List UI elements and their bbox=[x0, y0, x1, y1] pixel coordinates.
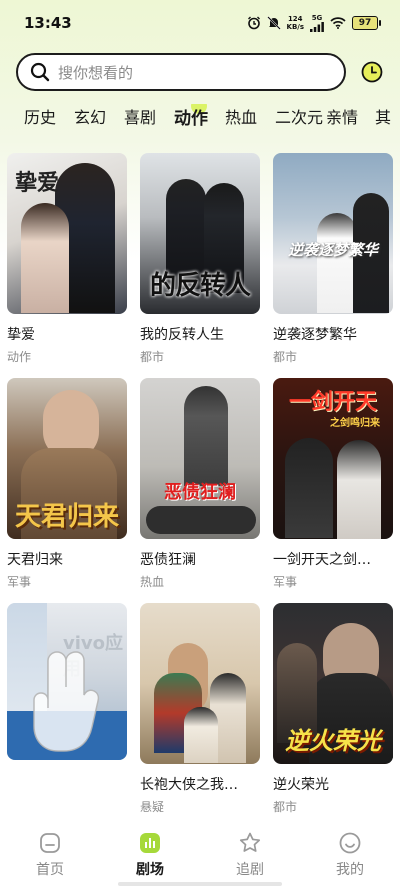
poster-title-text: 一剑开天 bbox=[288, 389, 377, 415]
poster-title-text: 恶债狂澜 bbox=[164, 482, 236, 503]
drama-title[interactable]: 长袍大侠之我… bbox=[140, 774, 260, 794]
theater-chart-icon bbox=[140, 833, 160, 853]
status-bar: 13:43 124 KB/s 5G 97 bbox=[0, 0, 400, 46]
drama-poster[interactable]: 天君归来 bbox=[7, 378, 127, 539]
search-icon bbox=[30, 62, 50, 82]
drama-genre: 悬疑 bbox=[140, 800, 165, 814]
drama-poster[interactable] bbox=[140, 603, 260, 764]
net-speed: 124 KB/s bbox=[287, 15, 304, 31]
drama-poster[interactable]: 挚爱 bbox=[7, 153, 127, 314]
touch-hand-icon bbox=[33, 651, 100, 752]
tab-more[interactable]: 其 bbox=[375, 104, 391, 128]
tab-anime[interactable]: 二次元 bbox=[275, 104, 323, 128]
cellular-signal: 5G bbox=[310, 13, 324, 32]
tab-action[interactable]: 动作 bbox=[174, 104, 208, 129]
poster-title-text: 逆火荣光 bbox=[285, 726, 381, 755]
drama-genre: 都市 bbox=[273, 350, 298, 364]
tab-passion[interactable]: 热血 bbox=[225, 104, 257, 128]
drama-title[interactable]: 一剑开天之剑… bbox=[273, 549, 393, 569]
nav-following-label: 追剧 bbox=[236, 862, 264, 878]
nav-following[interactable]: 追剧 bbox=[215, 831, 285, 879]
search-placeholder: 搜你想看的 bbox=[58, 63, 134, 82]
history-clock-button[interactable] bbox=[360, 60, 384, 84]
category-tabs: 历史 玄幻 喜剧 动作 热血 二次元 亲情 其 bbox=[0, 104, 400, 130]
poster-title-text: 天君归来 bbox=[14, 502, 119, 532]
home-icon bbox=[40, 833, 60, 853]
poster-subtitle-text: 之剑鸣归来 bbox=[330, 418, 380, 429]
drama-title[interactable]: 逆袭逐梦繁华 bbox=[273, 324, 393, 344]
drama-card[interactable]: 一剑开天 之剑鸣归来 一剑开天之剑… 军事 bbox=[273, 378, 393, 590]
drama-genre: 都市 bbox=[140, 350, 165, 364]
alarm-icon bbox=[247, 16, 260, 30]
drama-title[interactable]: 挚爱 bbox=[7, 324, 127, 344]
tab-family[interactable]: 亲情 bbox=[326, 104, 358, 128]
tab-fantasy[interactable]: 玄幻 bbox=[74, 104, 106, 128]
drama-genre: 军事 bbox=[7, 575, 32, 589]
search-row: 搜你想看的 bbox=[16, 53, 386, 91]
drama-card[interactable]: 恶债狂澜 恶债狂澜 热血 bbox=[140, 378, 260, 590]
drama-card[interactable]: 挚爱 挚爱 动作 bbox=[7, 153, 127, 365]
drama-poster[interactable]: 一剑开天 之剑鸣归来 bbox=[273, 378, 393, 539]
poster-figure bbox=[21, 203, 69, 313]
drama-genre: 动作 bbox=[7, 350, 32, 364]
drama-genre: 都市 bbox=[273, 800, 298, 814]
drama-genre: 热血 bbox=[140, 575, 165, 589]
tab-history[interactable]: 历史 bbox=[24, 104, 56, 128]
nav-home[interactable]: 首页 bbox=[15, 831, 85, 879]
tab-comedy[interactable]: 喜剧 bbox=[124, 104, 156, 128]
drama-poster[interactable]: 逆袭逐梦繁华 bbox=[273, 153, 393, 314]
poster-figure bbox=[337, 440, 381, 539]
poster-figure bbox=[146, 506, 256, 534]
nav-home-label: 首页 bbox=[36, 862, 64, 878]
poster-title-text: 的反转人 bbox=[149, 271, 251, 301]
drama-poster[interactable]: 恶债狂澜 bbox=[140, 378, 260, 539]
drama-title[interactable]: 逆火荣光 bbox=[273, 774, 393, 794]
net-speed-value: 124 bbox=[287, 15, 303, 23]
poster-title-text: 逆袭逐梦繁华 bbox=[287, 241, 378, 259]
drama-title[interactable]: 天君归来 bbox=[7, 549, 127, 569]
mute-bell-icon bbox=[266, 16, 281, 30]
signal-label: 5G bbox=[311, 13, 323, 22]
poster-figure bbox=[184, 707, 218, 763]
poster-figure bbox=[285, 438, 333, 538]
wifi-icon bbox=[330, 17, 346, 29]
poster-figure bbox=[184, 386, 228, 486]
drama-title[interactable]: 恶债狂澜 bbox=[140, 549, 260, 569]
drama-title[interactable]: 我的反转人生 bbox=[140, 324, 260, 344]
status-icons: 124 KB/s 5G 97 bbox=[247, 13, 381, 32]
poster-title-text: 挚爱 bbox=[15, 170, 60, 196]
battery-icon: 97 bbox=[352, 16, 381, 30]
drama-poster[interactable]: 逆火荣光 bbox=[273, 603, 393, 764]
drama-card[interactable]: 长袍大侠之我… 悬疑 bbox=[140, 603, 260, 815]
drama-card[interactable]: 逆袭逐梦繁华 逆袭逐梦繁华 都市 bbox=[273, 153, 393, 365]
nav-theater[interactable]: 剧场 bbox=[115, 831, 185, 879]
nav-mine[interactable]: 我的 bbox=[315, 831, 385, 879]
smiley-icon bbox=[339, 832, 361, 854]
poster-figure bbox=[317, 213, 357, 313]
drama-card[interactable]: 逆火荣光 逆火荣光 都市 bbox=[273, 603, 393, 815]
drama-card[interactable]: 的反转人 我的反转人生 都市 bbox=[140, 153, 260, 365]
drama-genre: 军事 bbox=[273, 575, 298, 589]
battery-level: 97 bbox=[358, 18, 372, 28]
net-speed-unit: KB/s bbox=[286, 23, 304, 31]
tab-action-label: 动作 bbox=[174, 109, 208, 129]
drama-card[interactable]: 天君归来 天君归来 军事 bbox=[7, 378, 127, 590]
nav-theater-label: 剧场 bbox=[136, 862, 164, 878]
home-indicator bbox=[118, 882, 282, 886]
search-input[interactable]: 搜你想看的 bbox=[16, 53, 346, 91]
status-time: 13:43 bbox=[24, 14, 72, 32]
bottom-nav: 首页 剧场 追剧 我的 bbox=[0, 823, 400, 889]
signal-icon bbox=[310, 21, 324, 32]
nav-mine-label: 我的 bbox=[336, 862, 364, 878]
clock-icon bbox=[361, 61, 383, 83]
drama-poster[interactable]: 的反转人 bbox=[140, 153, 260, 314]
star-icon bbox=[239, 832, 261, 852]
